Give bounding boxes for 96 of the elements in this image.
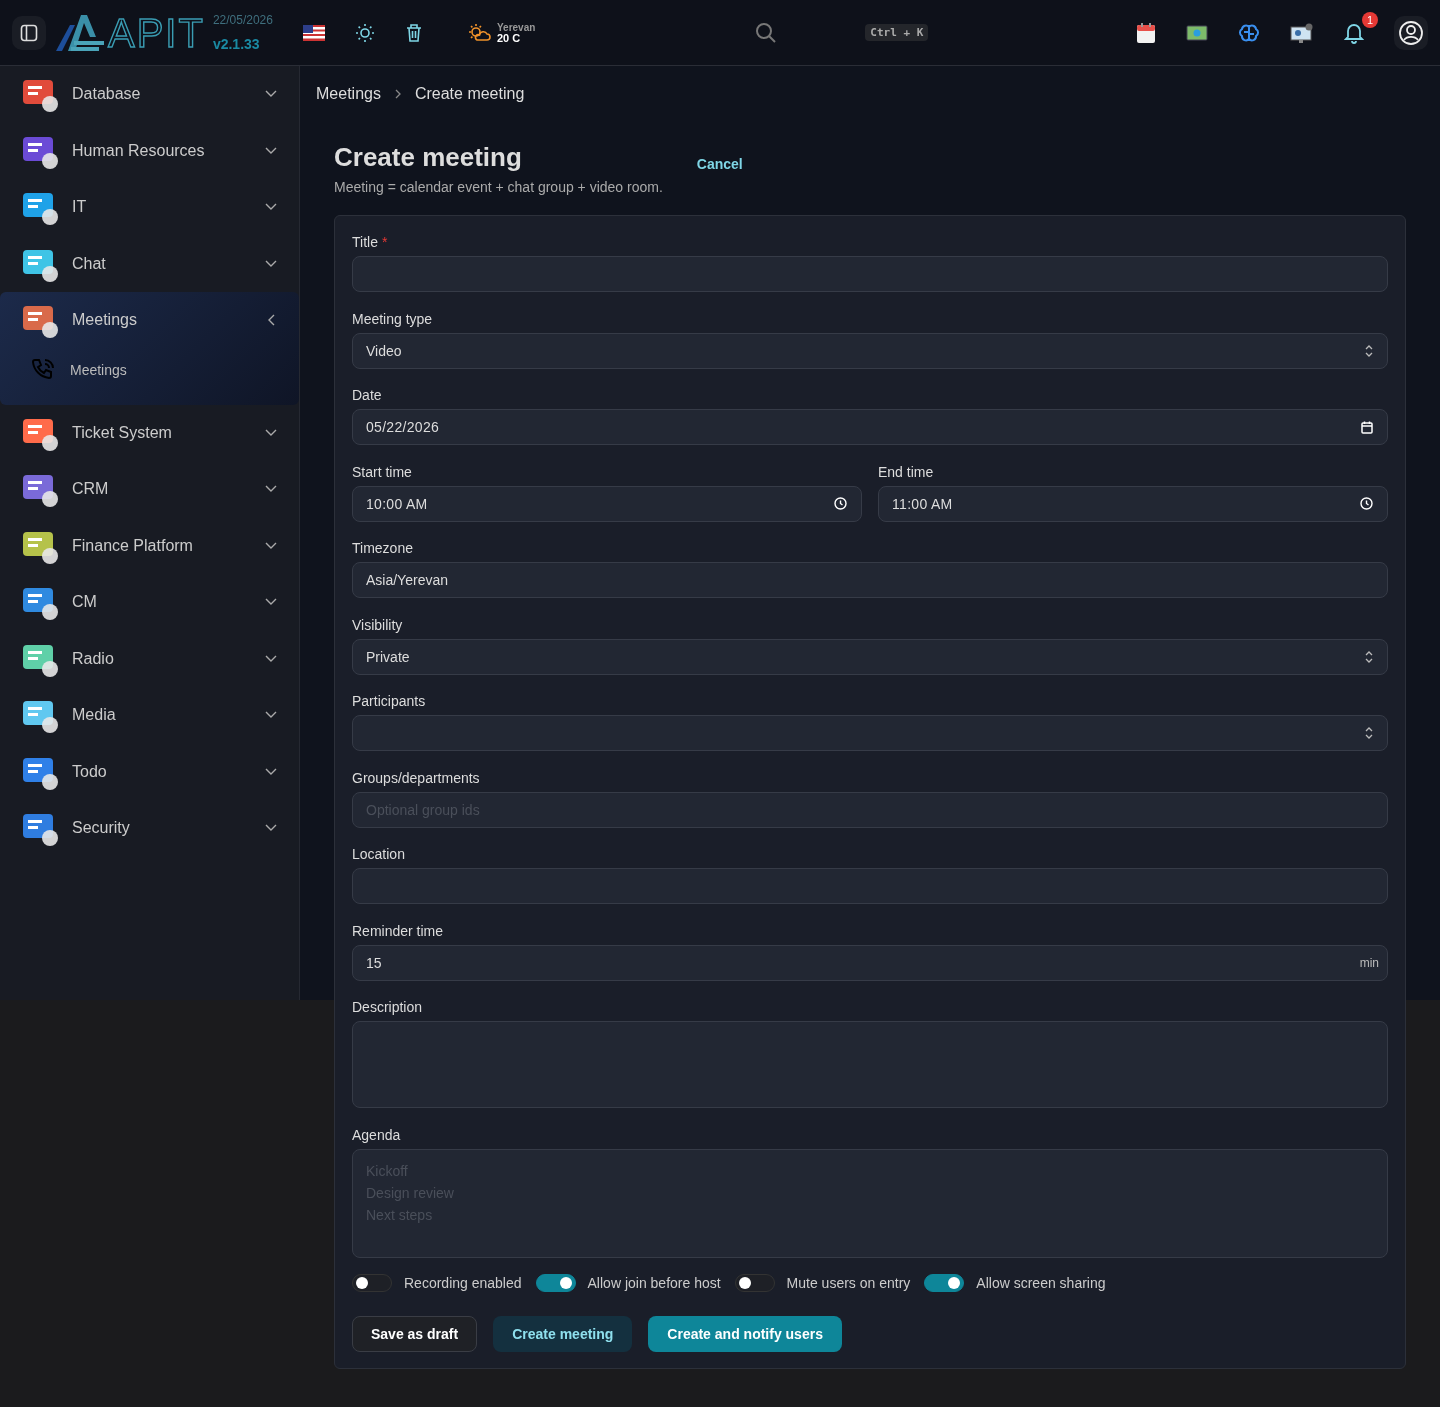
search-icon[interactable] xyxy=(755,21,778,44)
brain-icon[interactable] xyxy=(1238,22,1260,43)
time-field[interactable]: 10:00 AM xyxy=(352,485,862,522)
date-text: 22/05/2026 xyxy=(212,13,273,27)
field-label: Visibility xyxy=(352,616,403,633)
date-field[interactable]: 05/22/2026 xyxy=(352,409,1388,445)
number-field[interactable]: 15 min xyxy=(352,944,1388,981)
time-field[interactable]: 11:00 AM xyxy=(878,485,1388,522)
select-field[interactable] xyxy=(352,715,1388,751)
action-button[interactable]: Create and notify users xyxy=(648,1316,842,1352)
chevron-down-icon xyxy=(265,203,277,212)
field-label: Date xyxy=(352,387,382,403)
sidebar-item[interactable]: Human Resources xyxy=(0,122,299,179)
chevron-down-icon xyxy=(265,767,277,776)
notification-bell-icon[interactable] xyxy=(1344,21,1364,44)
chevron-down-icon xyxy=(265,711,277,720)
clock-icon[interactable] xyxy=(834,497,847,510)
sidebar-subitem[interactable]: Meetings xyxy=(0,348,299,391)
select-field[interactable]: Video xyxy=(352,332,1388,369)
monitor-gear-icon[interactable] xyxy=(1290,21,1314,44)
select-field[interactable]: Private xyxy=(352,638,1388,675)
sidebar-item[interactable]: CM xyxy=(0,574,299,631)
sidebar-item[interactable]: CRM xyxy=(0,461,299,518)
user-avatar-button[interactable] xyxy=(1394,15,1428,50)
field-label: Timezone xyxy=(352,540,413,556)
chevron-down-icon xyxy=(265,146,277,155)
page-title: Create meeting xyxy=(334,142,523,173)
notification-count: 1 xyxy=(1362,11,1378,28)
money-icon[interactable] xyxy=(1186,24,1208,41)
sidebar-item[interactable]: Meetings xyxy=(0,292,299,349)
logo-text: APIT xyxy=(108,12,205,53)
toggle-switch[interactable] xyxy=(924,1274,965,1292)
toggle-switch[interactable] xyxy=(352,1274,392,1292)
breadcrumb-link[interactable]: Create meeting xyxy=(414,85,525,103)
calendar-icon[interactable] xyxy=(1361,420,1373,434)
chevron-right-icon xyxy=(394,89,401,99)
shortcut-hint: Ctrl + K xyxy=(865,24,929,41)
sidebar-item[interactable]: Database xyxy=(0,66,299,123)
field-label: Start time xyxy=(352,463,412,480)
sidebar-item[interactable]: Media xyxy=(0,687,299,744)
breadcrumb-link[interactable]: Meetings xyxy=(316,85,381,103)
sidebar-item[interactable]: IT xyxy=(0,179,299,236)
city-text: Yerevan xyxy=(496,21,536,33)
toggle-label: Allow join before host xyxy=(587,1275,721,1291)
sidebar-item[interactable]: Security xyxy=(0,800,299,857)
chevron-down-icon xyxy=(265,485,277,494)
toggle-switch[interactable] xyxy=(535,1274,576,1292)
text-field[interactable] xyxy=(352,868,1388,904)
field-label: Title xyxy=(352,234,378,250)
temperature-text: 20 C xyxy=(496,32,522,44)
calendar-icon[interactable] xyxy=(1136,21,1156,44)
field-label: Location xyxy=(352,846,405,862)
field-label: End time xyxy=(878,463,934,480)
logo-icon xyxy=(56,14,106,51)
chevron-down-icon xyxy=(265,541,277,550)
text-field[interactable]: Asia/Yerevan xyxy=(352,562,1388,598)
weather-icon xyxy=(466,21,491,44)
page-subtitle: Meeting = calendar event + chat group + video room. xyxy=(334,179,663,195)
user-icon xyxy=(1398,19,1424,46)
sidebar-item[interactable]: Chat xyxy=(0,235,299,292)
sun-icon[interactable] xyxy=(354,22,375,43)
clock-icon[interactable] xyxy=(1360,497,1373,510)
sidebar-item[interactable]: Ticket System xyxy=(0,404,299,461)
field-label: Agenda xyxy=(352,1126,401,1143)
toggle-label: Recording enabled xyxy=(404,1275,522,1291)
cancel-link[interactable]: Cancel xyxy=(696,156,743,172)
flag-icon[interactable] xyxy=(302,24,325,41)
action-button[interactable]: Save as draft xyxy=(352,1316,478,1352)
sidebar-toggle-button[interactable] xyxy=(12,15,46,50)
field-label: Groups/departments xyxy=(352,769,480,786)
chevron-left-icon xyxy=(267,314,277,327)
chevron-down-icon xyxy=(265,598,277,607)
sidebar-item[interactable]: Radio xyxy=(0,630,299,687)
chevron-down-icon xyxy=(265,654,277,663)
sidebar-item[interactable]: Finance Platform xyxy=(0,517,299,574)
field-label: Meeting type xyxy=(352,310,433,327)
field-label: Participants xyxy=(352,693,426,709)
sidebar-item[interactable]: Todo xyxy=(0,743,299,800)
chevron-down-icon xyxy=(265,824,277,833)
toggle-label: Allow screen sharing xyxy=(976,1275,1106,1291)
chevron-down-icon xyxy=(265,428,277,437)
sidebar-icon xyxy=(20,23,38,42)
text-field[interactable] xyxy=(352,256,1388,292)
chevron-down-icon xyxy=(265,90,277,99)
action-button[interactable]: Create meeting xyxy=(493,1316,633,1352)
select-arrows-icon xyxy=(1365,650,1373,663)
toggle-switch[interactable] xyxy=(734,1274,775,1292)
version-text: v2.1.33 xyxy=(212,36,261,52)
toggle-label: Mute users on entry xyxy=(786,1275,911,1291)
chevron-down-icon xyxy=(265,259,277,268)
field-label: Description xyxy=(352,999,423,1015)
field-label: Reminder time xyxy=(352,922,444,939)
required-mark: * xyxy=(381,234,388,250)
select-arrows-icon xyxy=(1365,344,1373,357)
select-arrows-icon xyxy=(1365,727,1373,739)
trash-icon[interactable] xyxy=(404,22,423,43)
